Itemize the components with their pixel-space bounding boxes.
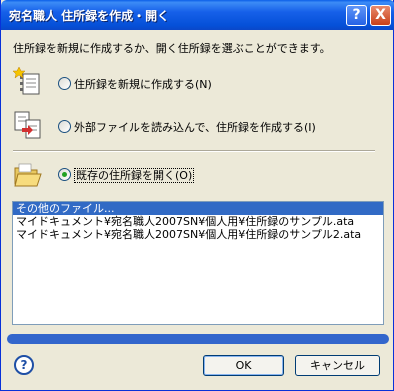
close-button[interactable]: X <box>370 5 391 26</box>
title-help-button[interactable]: ? <box>346 5 367 26</box>
open-folder-icon <box>14 163 42 187</box>
option-import-label[interactable]: 外部ファイルを読み込んで、住所録を作成する(I) <box>74 119 316 135</box>
radio-open-existing[interactable] <box>58 168 71 181</box>
list-item[interactable]: マイドキュメント¥宛名職人2007SN¥個人用¥住所録のサンプル2.ata <box>13 228 383 241</box>
window-title: 宛名職人 住所録を作成・開く <box>9 9 170 23</box>
radio-new-address-book[interactable] <box>58 77 71 90</box>
file-listbox[interactable]: その他のファイル... マイドキュメント¥宛名職人2007SN¥個人用¥住所録の… <box>12 201 384 325</box>
help-icon[interactable]: ? <box>14 355 34 375</box>
progress-bar <box>7 334 389 344</box>
title-bar[interactable]: 宛名職人 住所録を作成・開く ? X <box>1 0 394 30</box>
option-open-label[interactable]: 既存の住所録を開く(O) <box>74 168 195 183</box>
separator <box>13 150 375 152</box>
import-file-icon <box>14 111 41 139</box>
new-address-book-icon <box>13 66 40 95</box>
dialog-description: 住所録を新規に作成するか、開く住所録を選ぶことができます。 <box>13 42 331 55</box>
option-open-existing[interactable]: 既存の住所録を開く(O) <box>74 167 195 183</box>
list-item[interactable]: マイドキュメント¥宛名職人2007SN¥個人用¥住所録のサンプル.ata <box>13 215 383 228</box>
radio-import-file[interactable] <box>58 120 71 133</box>
cancel-button[interactable]: キャンセル <box>295 355 380 376</box>
option-new-label[interactable]: 住所録を新規に作成する(N) <box>74 76 212 92</box>
list-item[interactable]: その他のファイル... <box>13 202 383 215</box>
dialog-window: 宛名職人 住所録を作成・開く ? X 住所録を新規に作成するか、開く住所録を選ぶ… <box>0 0 394 391</box>
ok-button[interactable]: OK <box>203 355 284 376</box>
